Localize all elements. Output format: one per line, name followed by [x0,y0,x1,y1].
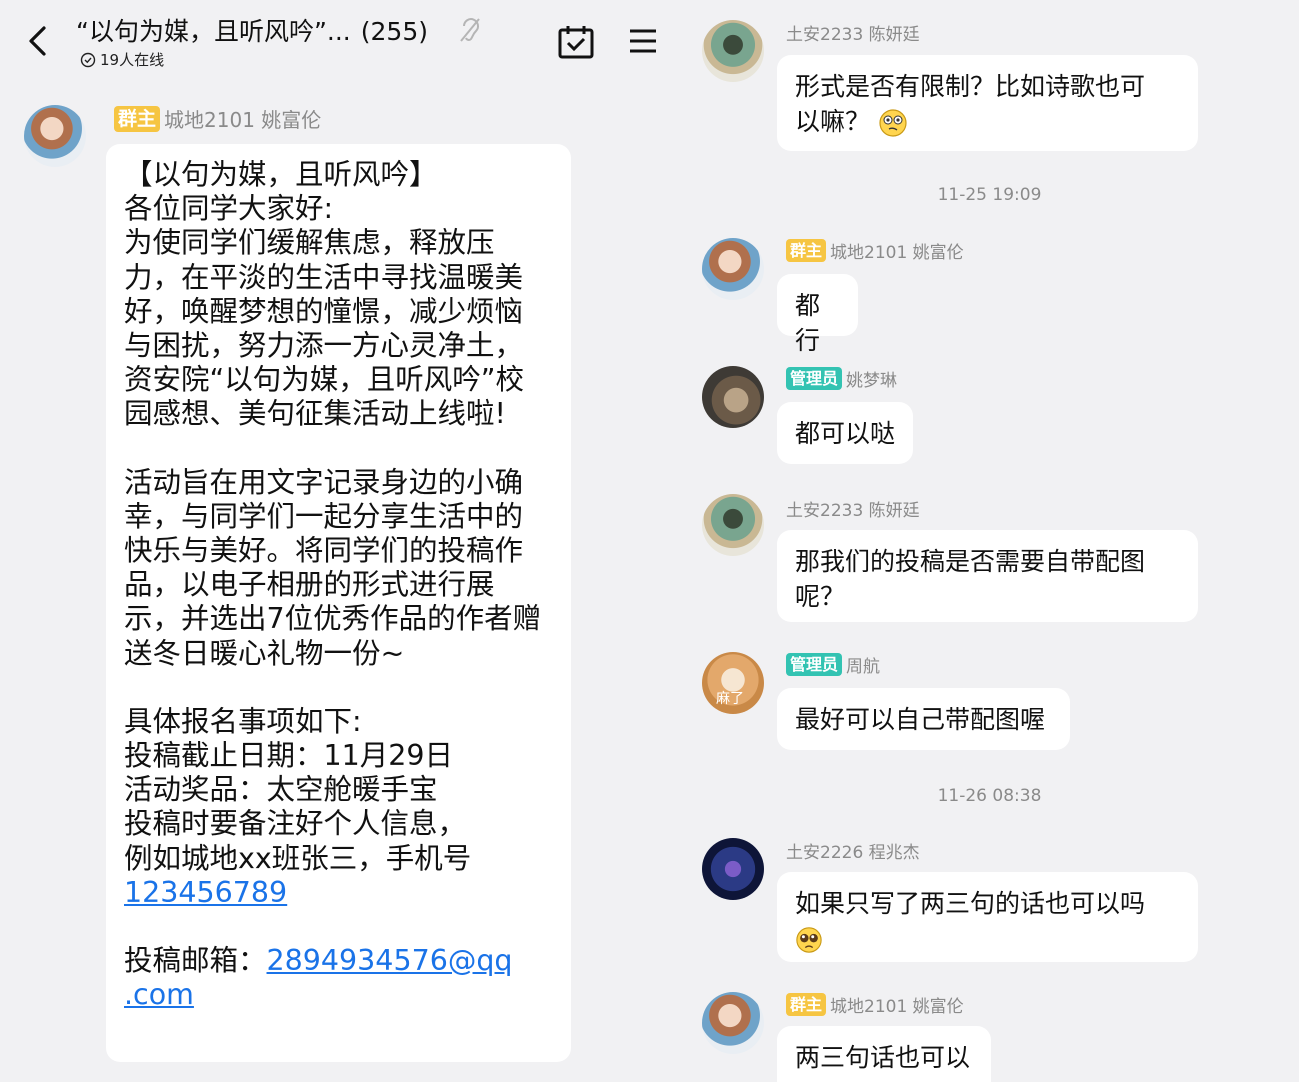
sender-name[interactable]: 周航 [846,652,880,677]
announcement-line: 【以句为媒，且听风吟】 [124,158,438,191]
email-link[interactable]: 2894934576@qq [267,944,513,977]
announcement-line: 活动奖品：太空舱暖手宝 [124,773,438,807]
announcement-bubble[interactable]: 【以句为媒，且听风吟】 各位同学大家好: 为使同学们缓解焦虑，释放压 力，在平淡的生活… [106,144,571,1062]
message-bubble[interactable]: 如果只写了两三句的话也可以吗 [777,872,1198,962]
announcement-line: 力，在平淡的生活中寻找温暖美 [124,260,524,294]
mute-ear-icon [460,18,480,42]
message-text: 呢？ [795,582,846,611]
message-bubble[interactable]: 形式是否有限制？比如诗歌也可 以嘛？ [777,55,1198,151]
message-bubble[interactable]: 都可以哒 [777,402,913,464]
online-count: 19人在线 [100,51,165,69]
message-text: 那我们的投稿是否需要自带配图 [795,547,1146,576]
announcement-text: 【以句为媒，且听风吟】 各位同学大家好: 为使同学们缓解焦虑，释放压 力，在平淡的生活… [124,158,553,876]
sender-line: 土安2226 程兆杰 [786,838,920,863]
announcement-line: 幸，与同学们一起分享生活中的 [124,499,524,533]
admin-badge: 管理员 [786,367,843,390]
message-bubble[interactable]: 那我们的投稿是否需要自带配图 呢？ [777,530,1198,622]
email-label: 投稿邮箱： [124,944,267,978]
message-emoji-line [795,921,1180,956]
announcement-line: 与困扰，努力添一方心灵净土， [124,329,524,363]
sender-name[interactable]: 土安2233 陈妍廷 [786,496,920,521]
avatar[interactable] [702,838,764,900]
sender-line: 土安2233 陈妍廷 [786,20,920,45]
email-link-domain[interactable]: .com [124,978,194,1011]
timestamp: 11-25 19:09 [937,185,1042,205]
online-status[interactable]: 19人在线 [80,49,164,70]
right-chat-panel: 土安2233 陈妍廷 形式是否有限制？比如诗歌也可 以嘛？ 11-25 19:0… [680,0,1299,1082]
announcement-line: 投稿时要备注好个人信息， [124,807,467,841]
owner-badge: 群主 [786,993,827,1016]
sender-line: 土安2233 陈妍廷 [786,496,920,521]
message-text: 最好可以自己带配图喔 [795,705,1046,734]
announcement-line: 送冬日暖心礼物一份~ [124,636,405,670]
menu-icon[interactable] [628,28,658,54]
sender-line: 管理员 姚梦琳 [786,366,897,391]
message-text: 形式是否有限制？比如诗歌也可 [795,72,1146,101]
message-bubble[interactable]: 都行 [777,274,858,355]
left-chat-panel: “以句为媒，且听风吟”... (255) 19人在线 群主 城地2101 姚富伦 … [0,0,680,1082]
message-text: 以嘛？ [795,104,1180,139]
sender-name[interactable]: 城地2101 姚富伦 [830,992,964,1017]
announcement-line: 为使同学们缓解焦虑，释放压 [124,226,495,260]
back-arrow-icon[interactable] [24,24,54,58]
announcement-line: 例如城地xx班张三，手机号 [124,841,472,875]
avatar[interactable] [702,494,764,556]
sender-name[interactable]: 土安2226 程兆杰 [786,838,920,863]
pleading-face-emoji-icon [796,927,822,953]
sender-line: 管理员 周航 [786,652,880,677]
member-count: (255) [360,17,428,46]
chat-title[interactable]: “以句为媒，且听风吟”... (255) [76,12,428,48]
announcement-line: 具体报名事项如下: [124,704,362,738]
avatar[interactable] [702,366,764,428]
group-name: “以句为媒，且听风吟”... [76,17,351,46]
message-text: 两三句话也可以 [795,1043,971,1072]
avatar[interactable] [702,992,764,1054]
announcement-line: 活动旨在用文字记录身边的小确 [124,465,524,499]
admin-badge: 管理员 [786,653,843,676]
announcement-line: 园感想、美句征集活动上线啦! [124,397,506,431]
announcement-line: 示，并选出7位优秀作品的作者赠 [124,602,542,636]
sender-line: 群主 城地2101 姚富伦 [786,238,964,263]
thinking-face-emoji-icon [879,109,907,137]
owner-badge: 群主 [786,239,827,262]
avatar[interactable] [24,105,86,167]
message-bubble[interactable]: 最好可以自己带配图喔 [777,688,1070,750]
announcement-line: 各位同学大家好: [124,192,334,226]
avatar[interactable] [702,238,764,300]
sender-name[interactable]: 土安2233 陈妍廷 [786,20,920,45]
calendar-check-icon[interactable] [557,24,595,60]
announcement-line: 快乐与美好。将同学们的投稿作 [124,534,524,568]
timestamp: 11-26 08:38 [937,786,1042,806]
announcement-line: 好，唤醒梦想的憧憬，减少烦恼 [124,294,524,328]
message-bubble[interactable]: 两三句话也可以 [777,1026,991,1082]
sender-name[interactable]: 城地2101 姚富伦 [830,238,964,263]
avatar-caption: 麻了 [716,691,744,707]
sender-line: 群主 城地2101 姚富伦 [114,104,321,133]
message-text: 都行 [795,291,821,355]
sender-line: 群主 城地2101 姚富伦 [786,992,964,1017]
online-check-icon [80,52,96,67]
sender-name[interactable]: 姚梦琳 [846,366,897,391]
avatar[interactable] [702,20,764,82]
avatar[interactable]: 麻了 [702,652,764,714]
sender-name[interactable]: 城地2101 姚富伦 [164,104,321,133]
announcement-line: 投稿截止日期：11月29日 [124,739,454,773]
announcement-line: 品，以电子相册的形式进行展 [124,568,495,602]
message-text: 如果只写了两三句的话也可以吗 [795,889,1146,918]
phone-link[interactable]: 123456789 [124,876,287,909]
owner-badge: 群主 [114,105,161,132]
message-text: 都可以哒 [795,419,896,448]
announcement-line: 资安院“以句为媒，且听风吟”校 [124,363,525,397]
